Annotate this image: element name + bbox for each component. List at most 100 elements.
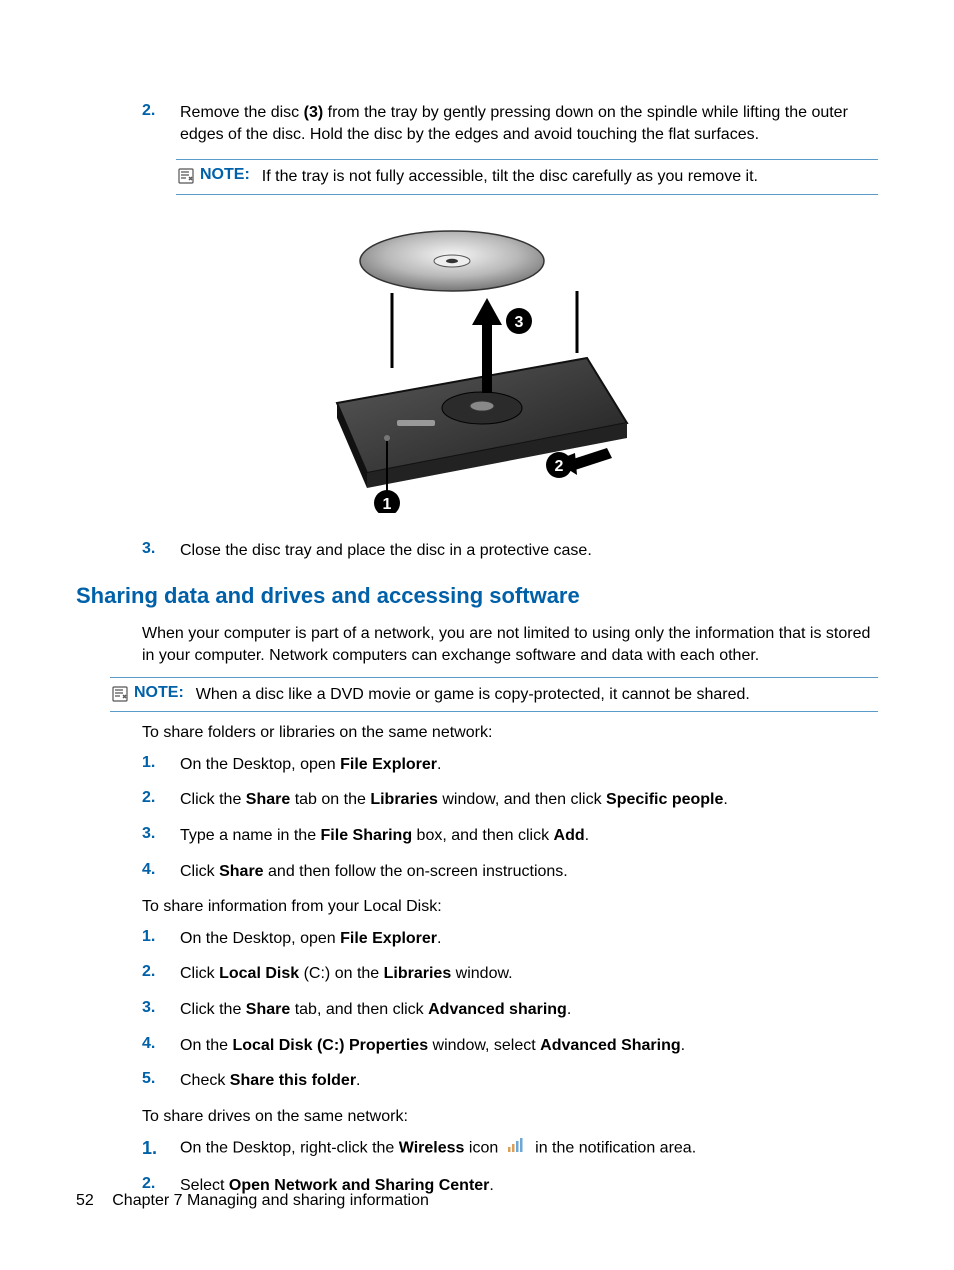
step-number: 2. [142,963,180,985]
step-text: Close the disc tray and place the disc i… [180,540,878,562]
note-rule-top [176,159,878,160]
bold-segment: Libraries [384,965,452,982]
bold-segment: Share this folder [230,1072,356,1089]
page-number: 52 [76,1192,94,1209]
text-segment: window, and then click [438,791,606,808]
text-segment: tab, and then click [290,1001,428,1018]
list-c-item-1: 1. On the Desktop, right-click the Wirel… [142,1137,878,1160]
step-text: Click the Share tab on the Libraries win… [180,789,878,811]
note-text: When a disc like a DVD movie or game is … [196,684,878,706]
page-footer: 52 Chapter 7 Managing and sharing inform… [76,1192,429,1210]
svg-text:3: 3 [515,314,524,331]
step-number: 2. [142,102,180,145]
step-number: 4. [142,1035,180,1057]
text-segment: icon [464,1140,502,1157]
text-segment: . [723,791,727,808]
text-segment: window. [451,965,512,982]
bold-segment: Advanced Sharing [540,1037,680,1054]
note-block: NOTE: When a disc like a DVD movie or ga… [110,677,878,713]
list-a-item-2: 2. Click the Share tab on the Libraries … [142,789,878,811]
note-icon [176,166,196,186]
list-a-item-3: 3. Type a name in the File Sharing box, … [142,825,878,847]
note-block: NOTE: If the tray is not fully accessibl… [176,159,878,195]
text-segment: Check [180,1072,230,1089]
step-number: 1. [142,928,180,950]
note-label: NOTE: [200,166,250,184]
step-number: 3. [142,825,180,847]
note-label: NOTE: [134,684,184,702]
bold-segment: Libraries [370,791,438,808]
bold-segment: File Sharing [321,827,413,844]
paragraph: To share folders or libraries on the sam… [142,722,878,744]
disc-tray-figure: 3 2 1 [76,213,878,518]
paragraph: To share information from your Local Dis… [142,896,878,918]
step-text: Click Local Disk (C:) on the Libraries w… [180,963,878,985]
text-segment: and then follow the on-screen instructio… [264,863,568,880]
text-segment: Type a name in the [180,827,321,844]
bold-segment: Advanced sharing [428,1001,567,1018]
step-text: Click the Share tab, and then click Adva… [180,999,878,1021]
wireless-signal-icon [507,1137,527,1160]
bold-segment: Local Disk (C:) Properties [232,1037,428,1054]
list-a-item-4: 4. Click Share and then follow the on-sc… [142,861,878,883]
bold-segment: Share [219,863,263,880]
note-text: If the tray is not fully accessible, til… [262,166,878,188]
step-number: 2. [142,789,180,811]
step-number: 3. [142,999,180,1021]
list-b-item-2: 2. Click Local Disk (C:) on the Librarie… [142,963,878,985]
list-a-item-1: 1. On the Desktop, open File Explorer. [142,754,878,776]
step-text: On the Local Disk (C:) Properties window… [180,1035,878,1057]
step-text: Remove the disc (3) from the tray by gen… [180,102,878,145]
bold-segment: Add [554,827,585,844]
bold-segment: Specific people [606,791,723,808]
step-number: 1. [142,754,180,776]
text-segment: Click [180,863,219,880]
text-segment: . [356,1072,360,1089]
chapter-title: Chapter 7 Managing and sharing informati… [112,1192,429,1209]
step-text: On the Desktop, open File Explorer. [180,754,878,776]
callout-ref: (3) [304,104,324,121]
text-segment: On the Desktop, open [180,756,340,773]
text-segment: box, and then click [412,827,553,844]
text-segment: Click the [180,1001,246,1018]
text-segment: Remove the disc [180,104,304,121]
step-number: 3. [142,540,180,562]
text-segment: . [567,1001,571,1018]
step-number: 4. [142,861,180,883]
step-text: On the Desktop, open File Explorer. [180,928,878,950]
step-2: 2. Remove the disc (3) from the tray by … [142,102,878,145]
list-b-item-5: 5. Check Share this folder. [142,1070,878,1092]
step-text: Check Share this folder. [180,1070,878,1092]
list-b-item-4: 4. On the Local Disk (C:) Properties win… [142,1035,878,1057]
step-number: 1. [142,1137,180,1160]
text-segment: . [681,1037,685,1054]
text-segment: On the Desktop, open [180,930,340,947]
bold-segment: Share [246,1001,290,1018]
paragraph: To share drives on the same network: [142,1106,878,1128]
bold-segment: Share [246,791,290,808]
step-text: Type a name in the File Sharing box, and… [180,825,878,847]
intro-paragraph: When your computer is part of a network,… [142,623,878,666]
note-icon [110,684,130,704]
text-segment: Click the [180,791,246,808]
text-segment: . [437,756,441,773]
svg-text:1: 1 [383,496,392,513]
list-b-item-1: 1. On the Desktop, open File Explorer. [142,928,878,950]
note-rule-top [110,677,878,678]
text-segment: Click [180,965,219,982]
text-segment: . [489,1177,493,1194]
step-3: 3. Close the disc tray and place the dis… [142,540,878,562]
list-b-item-3: 3. Click the Share tab, and then click A… [142,999,878,1021]
bold-segment: Local Disk [219,965,303,982]
note-rule-bottom [110,711,878,712]
section-heading: Sharing data and drives and accessing so… [76,583,878,609]
text-segment: On the Desktop, right-click the [180,1140,399,1157]
step-text: On the Desktop, right-click the Wireless… [180,1137,878,1160]
bold-segment: Open Network and Sharing Center [229,1177,489,1194]
text-segment: (C:) on the [304,965,384,982]
text-segment: in the notification area. [535,1140,696,1157]
svg-text:2: 2 [555,458,564,475]
text-segment: . [585,827,589,844]
bold-segment: File Explorer [340,930,437,947]
text-segment: Select [180,1177,229,1194]
